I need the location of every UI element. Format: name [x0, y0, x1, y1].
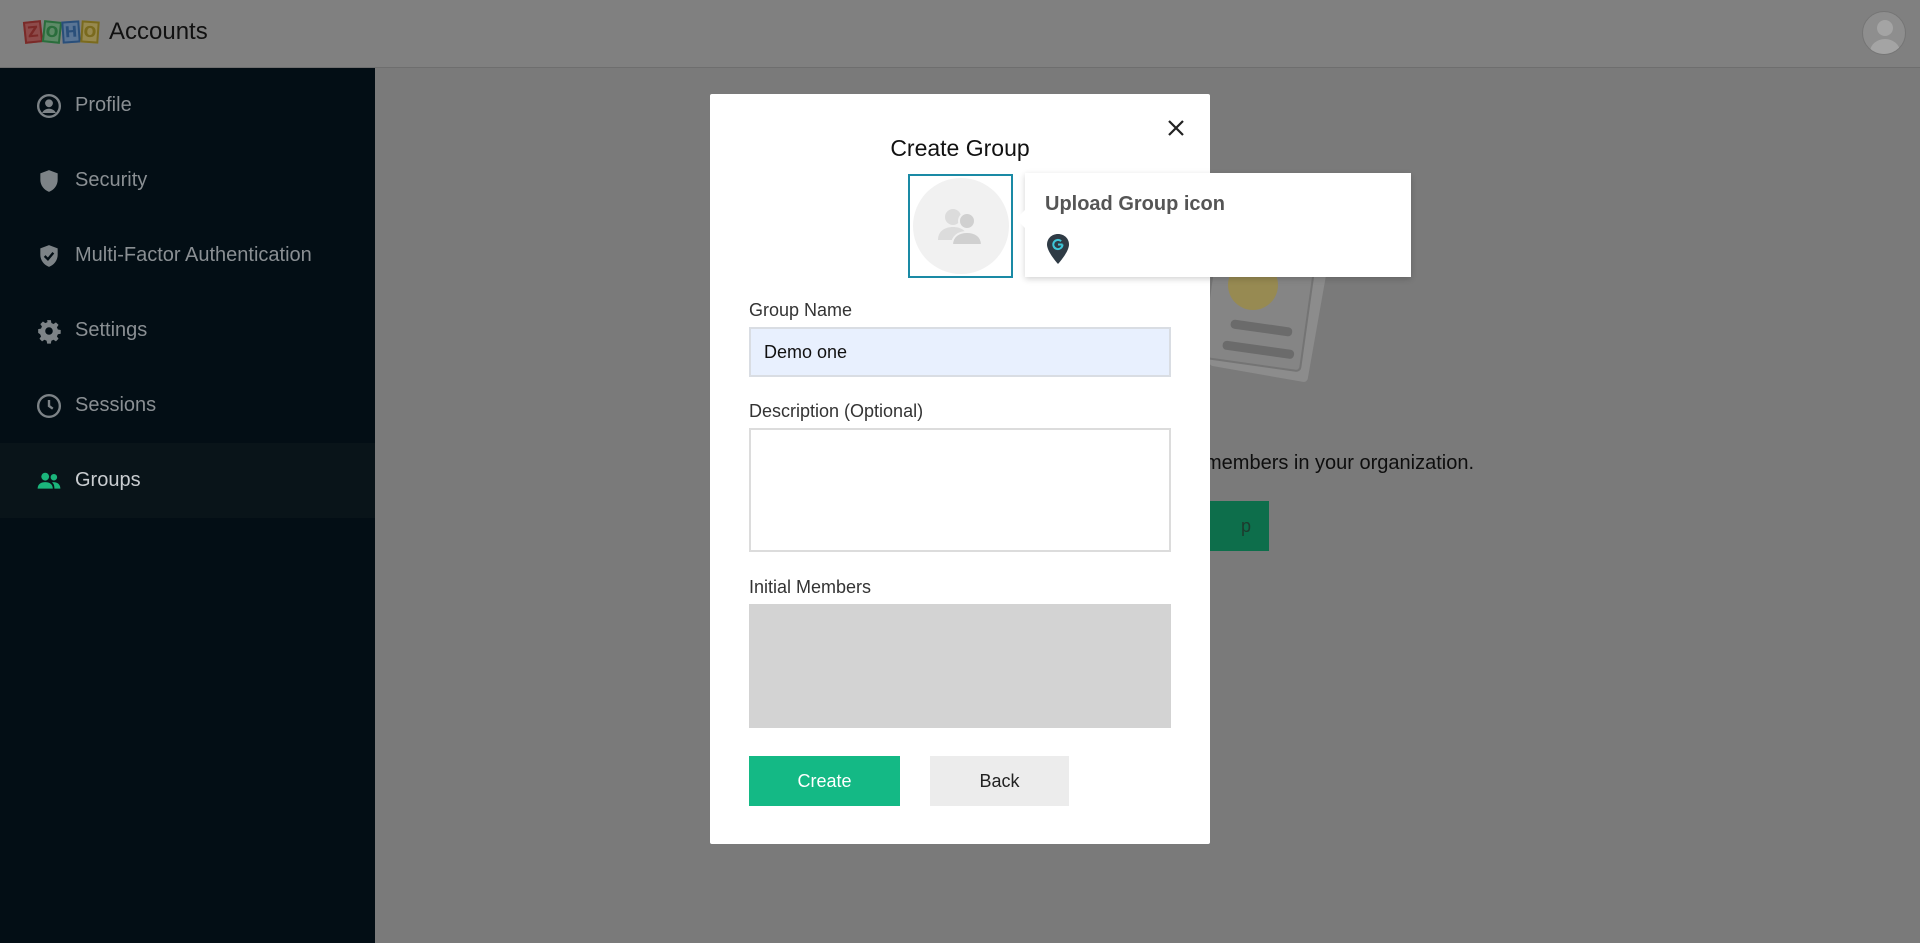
close-button[interactable]: [1162, 114, 1190, 142]
sidebar-item-label: Sessions: [75, 394, 157, 416]
group-name-input[interactable]: [749, 327, 1171, 377]
empty-state-text: members in your organization.: [1205, 452, 1475, 474]
popup-arrow: [1016, 209, 1026, 229]
profile-icon: [36, 93, 62, 119]
close-icon: [1168, 120, 1184, 136]
group-icon-upload[interactable]: [908, 174, 1013, 278]
popup-title: Upload Group icon: [1045, 193, 1225, 215]
description-label: Description (Optional): [749, 401, 924, 421]
group-placeholder-avatar: [912, 178, 1009, 274]
sidebar-item-label: Security: [75, 169, 148, 191]
logo-letter: O: [41, 20, 63, 44]
zoho-logo[interactable]: Z O H O Accounts: [22, 18, 208, 46]
clock-icon: [36, 393, 62, 419]
app-name: Accounts: [109, 18, 208, 45]
sidebar-item-label: Groups: [75, 469, 141, 491]
create-button[interactable]: Create: [749, 756, 900, 806]
sidebar-item-profile[interactable]: Profile: [0, 68, 375, 143]
sidebar-item-groups[interactable]: Groups: [0, 443, 375, 518]
top-header: Z O H O Accounts: [0, 0, 1920, 68]
upload-icon-popup: Upload Group icon: [1016, 173, 1411, 277]
google-drive-pin-icon[interactable]: [1045, 233, 1071, 265]
group-placeholder-icon: [937, 209, 983, 246]
logo-letter: H: [61, 20, 81, 44]
description-textarea[interactable]: [749, 428, 1171, 552]
sidebar-item-mfa[interactable]: Multi-Factor Authentication: [0, 218, 375, 293]
zoho-logo-mark: Z O H O: [22, 20, 100, 44]
group-icon: [36, 468, 62, 494]
logo-letter: O: [80, 20, 100, 44]
modal-title: Create Group: [890, 135, 1030, 161]
group-name-label: Group Name: [749, 300, 853, 320]
gear-icon: [36, 318, 62, 344]
sidebar-item-label: Settings: [75, 319, 148, 341]
user-avatar[interactable]: [1862, 11, 1906, 55]
sidebar-item-settings[interactable]: Settings: [0, 293, 375, 368]
sidebar-item-label: Multi-Factor Authentication: [75, 244, 312, 266]
sidebar-item-security[interactable]: Security: [0, 143, 375, 218]
sidebar: Profile Security Multi-Factor Authentica…: [0, 68, 375, 943]
initial-members-label: Initial Members: [749, 577, 872, 597]
logo-letter: Z: [22, 20, 44, 44]
shield-icon: [36, 168, 62, 194]
sidebar-item-label: Profile: [75, 94, 132, 116]
sidebar-item-sessions[interactable]: Sessions: [0, 368, 375, 443]
shield-check-icon: [36, 243, 62, 269]
back-button[interactable]: Back: [930, 756, 1069, 806]
initial-members-field[interactable]: [749, 604, 1171, 728]
